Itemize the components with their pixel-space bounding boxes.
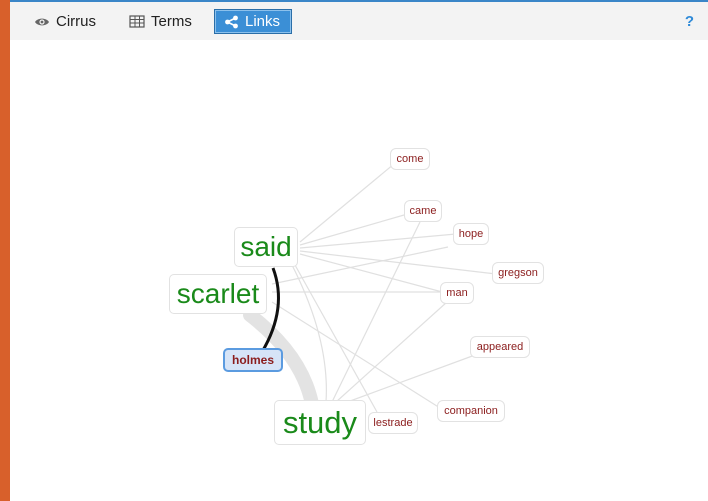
tab-terms[interactable]: Terms	[129, 9, 192, 34]
tab-cirrus-label: Cirrus	[56, 13, 96, 30]
tab-terms-label: Terms	[151, 13, 192, 30]
edge-said-came	[299, 212, 412, 246]
node-hope[interactable]: hope	[453, 223, 489, 245]
edge-said-gregson	[299, 250, 497, 275]
eye-icon	[34, 16, 50, 28]
side-accent-bar	[0, 0, 10, 501]
node-come[interactable]: come	[390, 148, 430, 170]
node-companion[interactable]: companion	[437, 400, 505, 422]
node-gregson[interactable]: gregson	[492, 262, 544, 284]
tab-links[interactable]: Links	[214, 9, 292, 34]
links-graph[interactable]: said scarlet study holmes come came hope…	[10, 40, 708, 501]
node-said[interactable]: said	[234, 227, 298, 267]
node-study[interactable]: study	[274, 400, 366, 445]
node-appeared[interactable]: appeared	[470, 336, 530, 358]
edge-study-man	[335, 301, 448, 403]
node-lestrade[interactable]: lestrade	[368, 412, 418, 434]
node-man[interactable]: man	[440, 282, 474, 304]
share-icon	[224, 15, 239, 29]
toolbar: Cirrus Terms Links ?	[10, 2, 708, 40]
tab-links-label: Links	[245, 13, 281, 30]
tab-cirrus[interactable]: Cirrus	[34, 9, 96, 34]
edge-study-appeared	[341, 354, 476, 405]
help-button[interactable]: ?	[685, 13, 694, 30]
edge-said-hope	[299, 233, 457, 249]
node-holmes[interactable]: holmes	[223, 348, 283, 372]
edge-said-come	[299, 158, 401, 243]
node-scarlet[interactable]: scarlet	[169, 274, 267, 314]
edge-study-came	[331, 221, 421, 403]
table-icon	[129, 15, 145, 28]
node-came[interactable]: came	[404, 200, 442, 222]
